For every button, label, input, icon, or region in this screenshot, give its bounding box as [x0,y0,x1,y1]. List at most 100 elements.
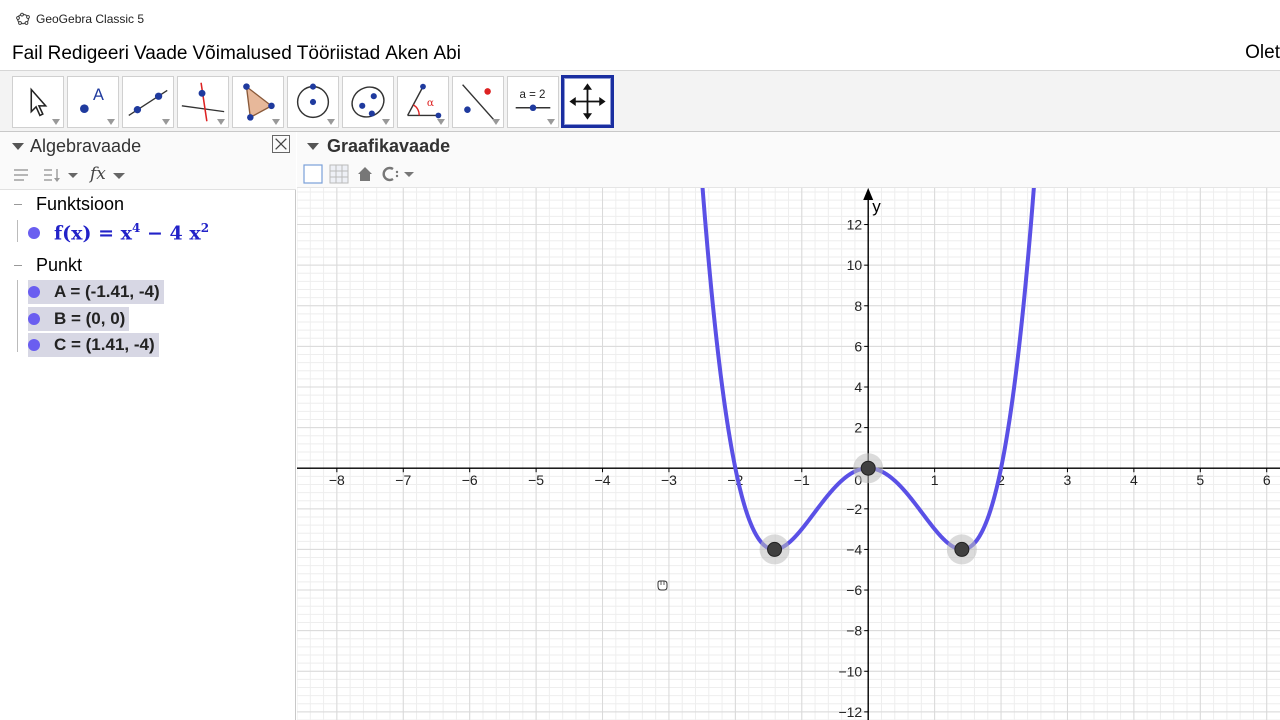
move-graphics-view-tool-button[interactable] [561,75,614,128]
tool-menu-triangle-icon [52,119,60,125]
circle-tool-button[interactable] [287,76,339,128]
y-tick-label: 10 [847,257,863,273]
algebra-item-point-b[interactable]: B = (0, 0) [28,307,130,331]
algebra-view-toolbar: fx [0,160,296,190]
visibility-toggle[interactable] [28,339,40,351]
x-tick-label: −5 [528,472,544,488]
input-bar-fx-icon[interactable]: fx [90,164,106,184]
title-bar: GeoGebra Classic 5 [0,0,1280,38]
sign-in-link[interactable]: Olet [1245,42,1280,64]
x-tick-label: 1 [931,472,939,488]
menu-fail[interactable]: Fail [12,43,43,65]
y-tick-label: −2 [846,501,862,517]
y-tick-label: 4 [854,379,862,395]
y-tick-label: 2 [854,420,862,436]
menu-aken[interactable]: Aken [385,43,428,65]
menu-vaade[interactable]: Vaade [134,43,188,65]
algebra-item-point-a[interactable]: A = (-1.41, -4) [28,280,164,304]
algebra-view-title: Algebravaade [30,135,142,156]
x-tick-label: −6 [462,472,478,488]
x-tick-label: −3 [661,472,677,488]
toolbar: A α a = 2 [0,70,1280,132]
point-tool-button[interactable]: A [67,76,119,128]
x-tick-label: 4 [1130,472,1138,488]
line-tool-button[interactable] [122,76,174,128]
menu-voimalused[interactable]: Võimalused [192,43,291,65]
svg-text:α: α [427,97,434,109]
svg-text:a = 2: a = 2 [520,89,546,101]
y-tick-label: −12 [838,704,862,720]
visibility-toggle[interactable] [28,313,40,325]
graphics-canvas[interactable]: y−8 −7 −6 −5 −4 −3 −2 −1 1 2 3 4 5 6−12−10−8−6−4−2246… [297,188,1280,720]
tree-line [17,280,18,352]
collapse-arrow-icon[interactable] [12,142,24,150]
category-funktsioon[interactable]: Funktsioon [14,194,124,215]
close-icon[interactable] [272,135,290,153]
slider-tool-button[interactable]: a = 2 [507,76,559,128]
algebra-view: Algebravaade fx Funktsioon f(x) = x4 − 4… [0,132,296,720]
tool-menu-triangle-icon [107,119,115,125]
algebra-item-f[interactable]: f(x) = x4 − 4 x2 [28,221,209,244]
x-tick-label: −1 [794,472,810,488]
move-tool-button[interactable] [12,76,64,128]
graphics-view-header: Graafikavaade [297,132,1280,160]
collapse-arrow-icon[interactable] [307,142,319,150]
ellipse-tool-button[interactable] [342,76,394,128]
graphics-view: Graafikavaade y −8 −7 −6 −5 −4 −3 −2 −1 1 2 3 4 5 6 −12… [297,132,1280,720]
y-tick-label: 12 [847,217,863,233]
home-icon[interactable] [357,166,373,182]
sort-by-icon[interactable] [42,166,80,184]
algebra-item-point-c[interactable]: C = (1.41, -4) [28,333,159,357]
visibility-toggle[interactable] [28,286,40,298]
tool-menu-triangle-icon [217,119,225,125]
point-a [767,541,783,557]
perpendicular-line-tool-button[interactable] [177,76,229,128]
geogebra-window: GeoGebra Classic 5 Fail Redigeeri Vaade … [0,0,1280,720]
x-tick-label: 3 [1064,472,1072,488]
point-c [954,541,970,557]
point-b [860,460,876,476]
tool-menu-triangle-icon [547,119,555,125]
menu-tooriistad[interactable]: Tööriistad [297,43,380,65]
window-title: GeoGebra Classic 5 [36,12,145,26]
auxiliary-objects-icon[interactable] [12,166,30,184]
y-tick-label: −6 [846,582,862,598]
tool-menu-triangle-icon [272,119,280,125]
tool-menu-triangle-icon [162,119,170,125]
chevron-down-icon[interactable] [112,166,126,184]
menu-abi[interactable]: Abi [434,43,461,65]
reflect-tool-button[interactable] [452,76,504,128]
x-tick-label: −7 [395,472,411,488]
move-graphics-view-tool-icon [569,83,606,120]
show-axes-icon[interactable] [303,164,323,184]
polygon-tool-button[interactable] [232,76,284,128]
function-definition: f(x) = x4 − 4 x2 [54,221,210,245]
category-punkt[interactable]: Punkt [14,255,82,276]
graphics-view-style-bar [297,160,1280,188]
show-grid-icon[interactable] [329,164,349,184]
menu-bar: Fail Redigeeri Vaade Võimalused Tööriist… [0,38,1280,70]
menu-redigeeri[interactable]: Redigeeri [48,43,129,65]
y-tick-label: 6 [854,338,862,354]
y-tick-label: 8 [854,298,862,314]
x-tick-label: −8 [329,472,345,488]
x-tick-label: −4 [595,472,611,488]
point-capturing-icon[interactable] [379,166,417,182]
algebra-view-header: Algebravaade [0,132,296,160]
tool-menu-triangle-icon [492,119,500,125]
tool-menu-triangle-icon [382,119,390,125]
y-tick-label: −4 [846,541,862,557]
visibility-toggle[interactable] [28,226,40,239]
svg-text:A: A [93,86,104,104]
y-tick-label: −8 [846,623,862,639]
tool-menu-triangle-icon [437,119,445,125]
hand-cursor-icon [657,580,668,591]
tool-menu-triangle-icon [327,119,335,125]
tree-line [17,220,18,242]
y-tick-label: −10 [838,663,862,679]
x-tick-label: 5 [1196,472,1204,488]
graphics-view-title: Graafikavaade [327,135,451,156]
y-axis-label: y [872,197,881,216]
angle-tool-button[interactable]: α [397,76,449,128]
geogebra-logo-icon [16,12,30,25]
